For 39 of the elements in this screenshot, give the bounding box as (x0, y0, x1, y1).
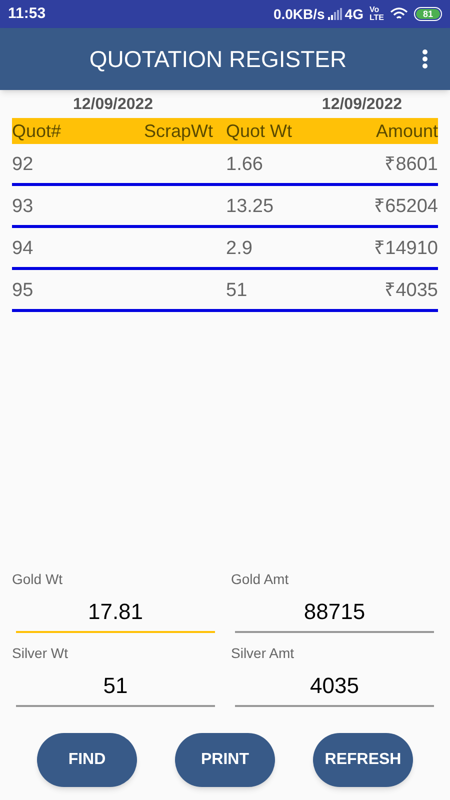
table-cell-text: 93 (12, 194, 34, 218)
input-field[interactable]: 51 (16, 665, 215, 707)
table-cell-text: ₹14910 (373, 236, 438, 260)
action-button[interactable]: FIND (37, 733, 137, 787)
table-cell-text: ₹4035 (384, 278, 438, 302)
app-title: QUOTATION REGISTER (88, 44, 348, 74)
to-date[interactable]: 12/09/2022 (322, 93, 402, 117)
from-date[interactable]: 12/09/2022 (73, 93, 154, 117)
table-cell-text: 13.25 (225, 194, 275, 218)
column-header: Quot# (12, 120, 62, 143)
table-cell-text: ₹65204 (373, 194, 438, 218)
input-field[interactable]: 4035 (235, 665, 434, 707)
field-label: Silver Amt (231, 644, 296, 663)
action-button[interactable]: PRINT (175, 733, 275, 787)
input-field[interactable]: 88715 (235, 591, 434, 633)
table-cell-text: ₹8601 (384, 152, 438, 176)
field-label: Gold Wt (12, 570, 64, 589)
field-label: Silver Wt (12, 644, 69, 663)
table-cell-text: 92 (12, 152, 34, 176)
status-time: 11:53 (8, 4, 46, 24)
column-header: Amount (374, 120, 438, 143)
signal-icon (328, 8, 342, 20)
table-cell-text: 2.9 (225, 236, 254, 260)
wifi-icon (390, 7, 408, 21)
volte-label: LTE (369, 14, 384, 22)
table-cell-text: 1.66 (225, 152, 264, 176)
network-speed: 0.0KB/s (273, 4, 325, 24)
column-header: Quot Wt (225, 120, 294, 143)
table-cell-text: 94 (12, 236, 34, 260)
column-header: ScrapWt (142, 120, 214, 143)
volte-label: Vo (369, 6, 380, 14)
network-type: 4G (344, 4, 364, 24)
input-field[interactable]: 17.81 (16, 591, 215, 633)
action-button[interactable]: REFRESH (313, 733, 413, 787)
battery-icon: 81 (414, 7, 442, 21)
overflow-menu-icon[interactable] (422, 49, 428, 69)
table-cell-text: 95 (12, 278, 34, 302)
field-label: Gold Amt (231, 570, 290, 589)
table-cell-text: 51 (225, 278, 248, 302)
